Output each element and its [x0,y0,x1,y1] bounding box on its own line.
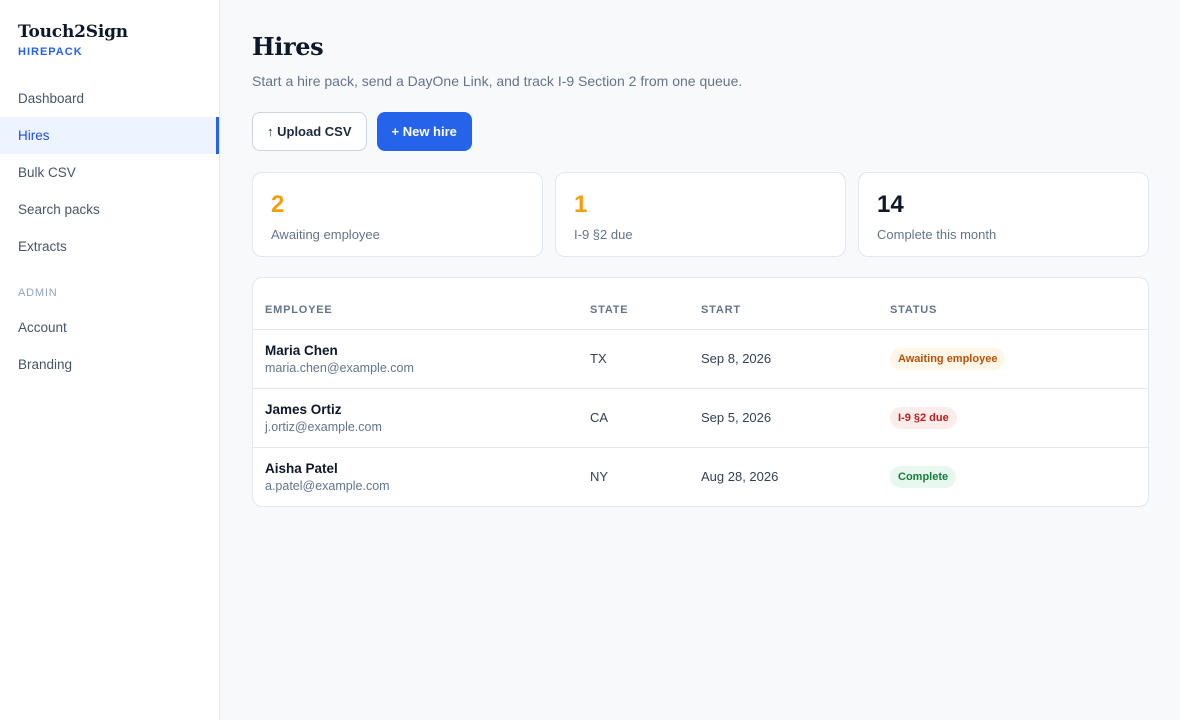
app-root: Touch2Sign HIREPACK Dashboard Hires Bulk… [0,0,1180,720]
stat-value: 2 [271,191,285,218]
status-cell: Awaiting employee [878,329,1148,389]
sidebar: Touch2Sign HIREPACK Dashboard Hires Bulk… [0,0,220,720]
main-content: Hires Start a hire pack, send a DayOne L… [220,0,1180,720]
sidebar-item-account[interactable]: Account [0,309,219,346]
sidebar-item-branding[interactable]: Branding [0,346,219,383]
stat-label: Awaiting employee [271,227,380,242]
table-row[interactable]: James Ortiz j.ortiz@example.com CA Sep 5… [253,388,1148,448]
stat-card-awaiting-employee[interactable]: 2 Awaiting employee [252,172,543,257]
employee-name: James Ortiz [265,401,342,417]
sidebar-item-hires[interactable]: Hires [0,117,219,154]
status-badge: I-9 §2 due [890,406,957,429]
hires-table-card: EMPLOYEE STATE START STATUS Maria Chen m… [252,277,1149,507]
sidebar-item-search-packs[interactable]: Search packs [0,191,219,228]
employee-email: maria.chen@example.com [265,360,414,375]
column-header-state[interactable]: STATE [578,278,689,330]
employee-cell: James Ortiz j.ortiz@example.com [253,388,578,448]
employee-name: Maria Chen [265,342,338,358]
employee-cell: Maria Chen maria.chen@example.com [253,329,578,389]
state-cell: CA [578,388,689,448]
start-cell: Aug 28, 2026 [701,469,779,485]
employee-email: a.patel@example.com [265,478,390,493]
brand-name: Touch2Sign [18,22,128,42]
table-row[interactable]: Maria Chen maria.chen@example.com TX Sep… [253,329,1148,389]
stats-row: 2 Awaiting employee 1 I-9 §2 due 14 Comp… [252,172,1149,257]
stat-card-i9-due[interactable]: 1 I-9 §2 due [555,172,846,257]
page-subtitle: Start a hire pack, send a DayOne Link, a… [252,73,743,89]
stat-value: 14 [877,191,904,218]
start-cell: Sep 8, 2026 [689,329,878,389]
sidebar-item-extracts[interactable]: Extracts [0,228,219,265]
employee-cell: Aisha Patel a.patel@example.com [253,447,578,506]
status-cell: I-9 §2 due [878,388,1148,448]
state-cell: NY [590,469,609,485]
table-header-row: EMPLOYEE STATE START STATUS [253,278,1148,330]
action-bar: ↑ Upload CSV + New hire [252,112,1149,151]
stat-card-complete-this-month[interactable]: 14 Complete this month [858,172,1149,257]
employee-email: j.ortiz@example.com [265,419,382,434]
sidebar-nav: Dashboard Hires Bulk CSV Search packs Ex… [0,80,219,383]
column-header-start[interactable]: START [689,278,878,330]
new-hire-button[interactable]: + New hire [376,112,472,151]
hires-table: EMPLOYEE STATE START STATUS Maria Chen m… [253,278,1148,506]
stat-label: Complete this month [877,227,997,242]
sidebar-section-admin: ADMIN [18,287,58,299]
status-cell: Complete [878,447,1148,506]
employee-name: Aisha Patel [265,460,338,476]
upload-csv-button[interactable]: ↑ Upload CSV [252,112,367,151]
table-row[interactable]: Aisha Patel a.patel@example.com NY Aug 2… [253,447,1148,506]
status-badge: Complete [890,465,957,488]
page-title: Hires [252,32,324,61]
sidebar-item-dashboard[interactable]: Dashboard [0,80,219,117]
state-cell: TX [578,329,689,389]
stat-label: I-9 §2 due [574,227,633,242]
column-header-employee[interactable]: EMPLOYEE [253,278,578,330]
start-cell: Sep 5, 2026 [689,388,878,448]
brand-subtitle: HIREPACK [18,46,83,58]
brand[interactable]: Touch2Sign HIREPACK [0,0,219,80]
column-header-status[interactable]: STATUS [878,278,1148,330]
sidebar-item-bulk-csv[interactable]: Bulk CSV [0,154,219,191]
stat-value: 1 [574,191,588,218]
status-badge: Awaiting employee [890,347,1006,370]
